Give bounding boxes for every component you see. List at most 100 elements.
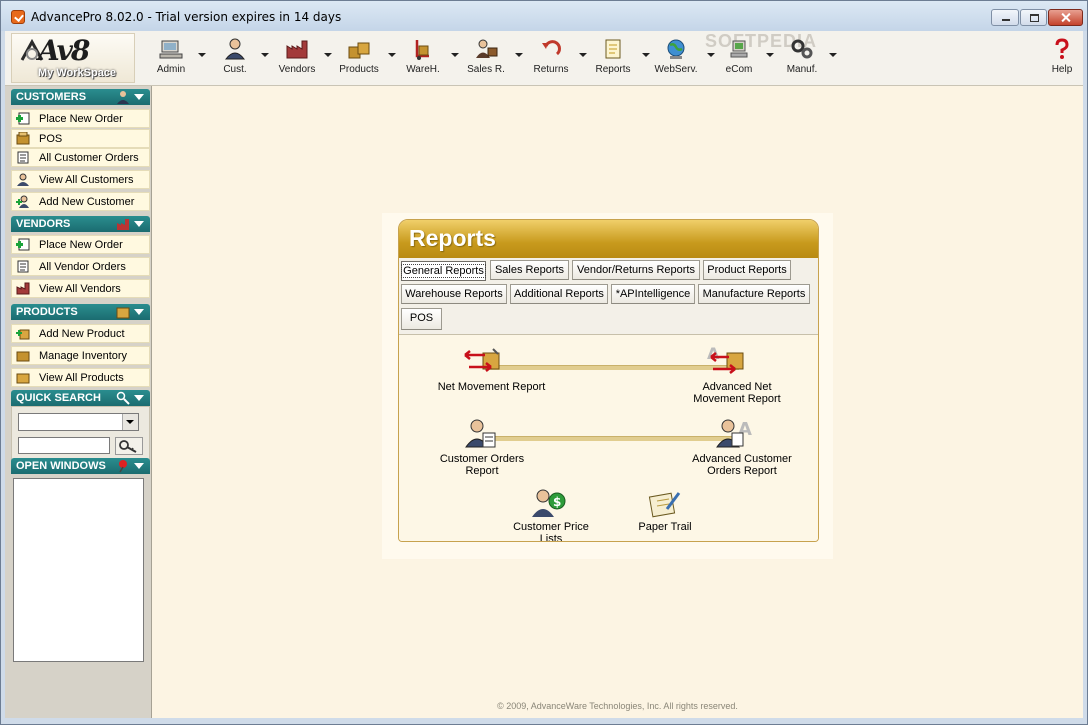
logo-mark: Av8	[38, 34, 90, 67]
title-bar[interactable]: AdvancePro 8.02.0 - Trial version expire…	[1, 1, 1087, 31]
sidebar-item-add-new-product[interactable]: Add New Product	[11, 324, 150, 343]
returns-arrow-icon	[542, 40, 561, 56]
tab-additional-reports[interactable]: Additional Reports	[510, 284, 608, 304]
minimize-button[interactable]	[991, 9, 1019, 26]
webservices-dropdown-arrow-icon[interactable]	[707, 53, 715, 57]
sidebar-item-all-customer-orders[interactable]: All Customer Orders	[11, 148, 150, 167]
tab-label: Manufacture Reports	[702, 288, 806, 300]
sidebar-header-open-windows[interactable]: OPEN WINDOWS	[11, 458, 150, 474]
sidebar-header-customers[interactable]: CUSTOMERS	[11, 89, 150, 105]
help-question-icon	[1055, 38, 1069, 59]
collapse-chevron-icon[interactable]	[134, 463, 144, 469]
report-advanced-customer-orders-label-line2: Orders Report	[707, 465, 777, 477]
maximize-button[interactable]	[1020, 9, 1047, 26]
tab-label: Warehouse Reports	[405, 288, 503, 300]
manufacture-dropdown-arrow-icon[interactable]	[829, 53, 837, 57]
products-box-icon	[116, 307, 130, 319]
report-customer-orders[interactable]: Customer Orders Report	[427, 417, 537, 479]
app-icon[interactable]	[11, 10, 25, 24]
toolbar-ecom-label: eCom	[725, 64, 753, 75]
quick-search-panel	[11, 406, 150, 460]
tab-pos[interactable]: POS	[401, 308, 442, 330]
sidebar-item-label: Add New Product	[39, 328, 125, 340]
toolbar-returns-label: Returns	[533, 64, 569, 75]
tab-vendor-returns-reports[interactable]: Vendor/Returns Reports	[572, 260, 700, 280]
toolbar-customers-label: Cust.	[223, 64, 247, 75]
sidebar-item-all-vendor-orders[interactable]: All Vendor Orders	[11, 257, 150, 276]
toolbar-ecom[interactable]: eCom	[721, 36, 757, 80]
sidebar-item-label: View All Vendors	[39, 283, 121, 295]
toolbar-sales-reps[interactable]: Sales R.	[464, 36, 508, 80]
chevron-down-icon[interactable]	[122, 414, 138, 430]
toolbar-manufacture-label: Manuf.	[786, 64, 818, 75]
sidebar-header-vendors[interactable]: VENDORS	[11, 216, 150, 232]
toolbar-reports[interactable]: Reports	[593, 36, 633, 80]
sidebar-item-pos[interactable]: POS	[11, 129, 150, 148]
reports-dropdown-arrow-icon[interactable]	[642, 53, 650, 57]
toolbar-warehouse-label: WareH.	[406, 64, 440, 75]
report-advanced-net-movement-label-line2: Movement Report	[693, 393, 781, 405]
sales-reps-dropdown-arrow-icon[interactable]	[515, 53, 523, 57]
sidebar-item-view-all-customers[interactable]: View All Customers	[11, 170, 150, 189]
sidebar-header-products[interactable]: PRODUCTS	[11, 304, 150, 320]
returns-dropdown-arrow-icon[interactable]	[579, 53, 587, 57]
report-paper-trail[interactable]: Paper Trail	[625, 485, 705, 533]
customers-group-icon	[17, 173, 29, 186]
toolbar-help[interactable]: Help	[1047, 36, 1077, 80]
my-workspace-logo[interactable]: Av8 My WorkSpace	[11, 33, 135, 83]
toolbar-warehouse[interactable]: WareH.	[403, 36, 443, 80]
close-button[interactable]	[1048, 9, 1083, 26]
toolbar-manufacture[interactable]: Manuf.	[782, 36, 822, 80]
tab-warehouse-reports[interactable]: Warehouse Reports	[401, 284, 507, 304]
vendors-dropdown-arrow-icon[interactable]	[324, 53, 332, 57]
toolbar-customers[interactable]: Cust.	[217, 36, 253, 80]
open-windows-list[interactable]	[13, 478, 144, 662]
sidebar-header-quick-search-label: QUICK SEARCH	[16, 392, 101, 404]
tab-general-reports[interactable]: General Reports	[401, 261, 486, 281]
sidebar-item-add-new-customer[interactable]: Add New Customer	[11, 192, 150, 211]
app-window: AdvancePro 8.02.0 - Trial version expire…	[0, 0, 1088, 725]
report-advanced-customer-orders[interactable]: A Advanced Customer Orders Report	[682, 417, 802, 479]
ecom-dropdown-arrow-icon[interactable]	[766, 53, 774, 57]
sidebar-item-view-all-products[interactable]: View All Products	[11, 368, 150, 387]
sidebar-item-customer-place-new-order[interactable]: Place New Order	[11, 109, 150, 128]
paper-trail-icon	[648, 492, 681, 518]
tab-sales-reports[interactable]: Sales Reports	[490, 260, 569, 280]
products-box-icon	[16, 373, 30, 384]
warehouse-dropdown-arrow-icon[interactable]	[451, 53, 459, 57]
sidebar-item-vendor-place-new-order[interactable]: Place New Order	[11, 235, 150, 254]
collapse-chevron-icon[interactable]	[134, 395, 144, 401]
collapse-chevron-icon[interactable]	[134, 221, 144, 227]
toolbar-products[interactable]: Products	[337, 36, 381, 80]
sidebar-header-quick-search[interactable]: QUICK SEARCH	[11, 390, 150, 406]
toolbar-vendors[interactable]: Vendors	[277, 36, 317, 80]
quick-search-button[interactable]	[115, 437, 143, 455]
report-customer-price-lists[interactable]: $ Customer Price Lists	[499, 485, 603, 541]
reports-body: Net Movement Report A Advanced Net Movem…	[399, 334, 818, 541]
collapse-chevron-icon[interactable]	[134, 309, 144, 315]
report-advanced-net-movement[interactable]: A Advanced Net Movement Report	[677, 345, 797, 407]
tab-label: Additional Reports	[514, 288, 604, 300]
pos-register-icon	[16, 132, 30, 145]
admin-dropdown-arrow-icon[interactable]	[198, 53, 206, 57]
tab-product-reports[interactable]: Product Reports	[703, 260, 791, 280]
sidebar-item-manage-inventory[interactable]: Manage Inventory	[11, 346, 150, 365]
admin-computer-icon	[159, 40, 183, 59]
customers-dropdown-arrow-icon[interactable]	[261, 53, 269, 57]
net-movement-arrows-icon	[464, 348, 500, 372]
report-customer-orders-label-line1: Customer Orders	[439, 453, 525, 465]
quick-search-type-select[interactable]	[18, 413, 139, 431]
sidebar-item-label: View All Customers	[39, 174, 134, 186]
products-dropdown-arrow-icon[interactable]	[388, 53, 396, 57]
toolbar-returns[interactable]: Returns	[529, 36, 573, 80]
tab-apintelligence[interactable]: *APIntelligence	[611, 284, 695, 304]
report-net-movement[interactable]: Net Movement Report	[429, 345, 554, 395]
tab-manufacture-reports[interactable]: Manufacture Reports	[698, 284, 810, 304]
report-advanced-customer-orders-label-line1: Advanced Customer	[692, 453, 792, 465]
sidebar-item-label: All Vendor Orders	[39, 261, 126, 273]
collapse-chevron-icon[interactable]	[134, 94, 144, 100]
toolbar-webservices[interactable]: WebServ.	[653, 36, 699, 80]
toolbar-admin[interactable]: Admin	[153, 36, 189, 80]
quick-search-input[interactable]	[18, 437, 110, 454]
sidebar-item-view-all-vendors[interactable]: View All Vendors	[11, 279, 150, 298]
